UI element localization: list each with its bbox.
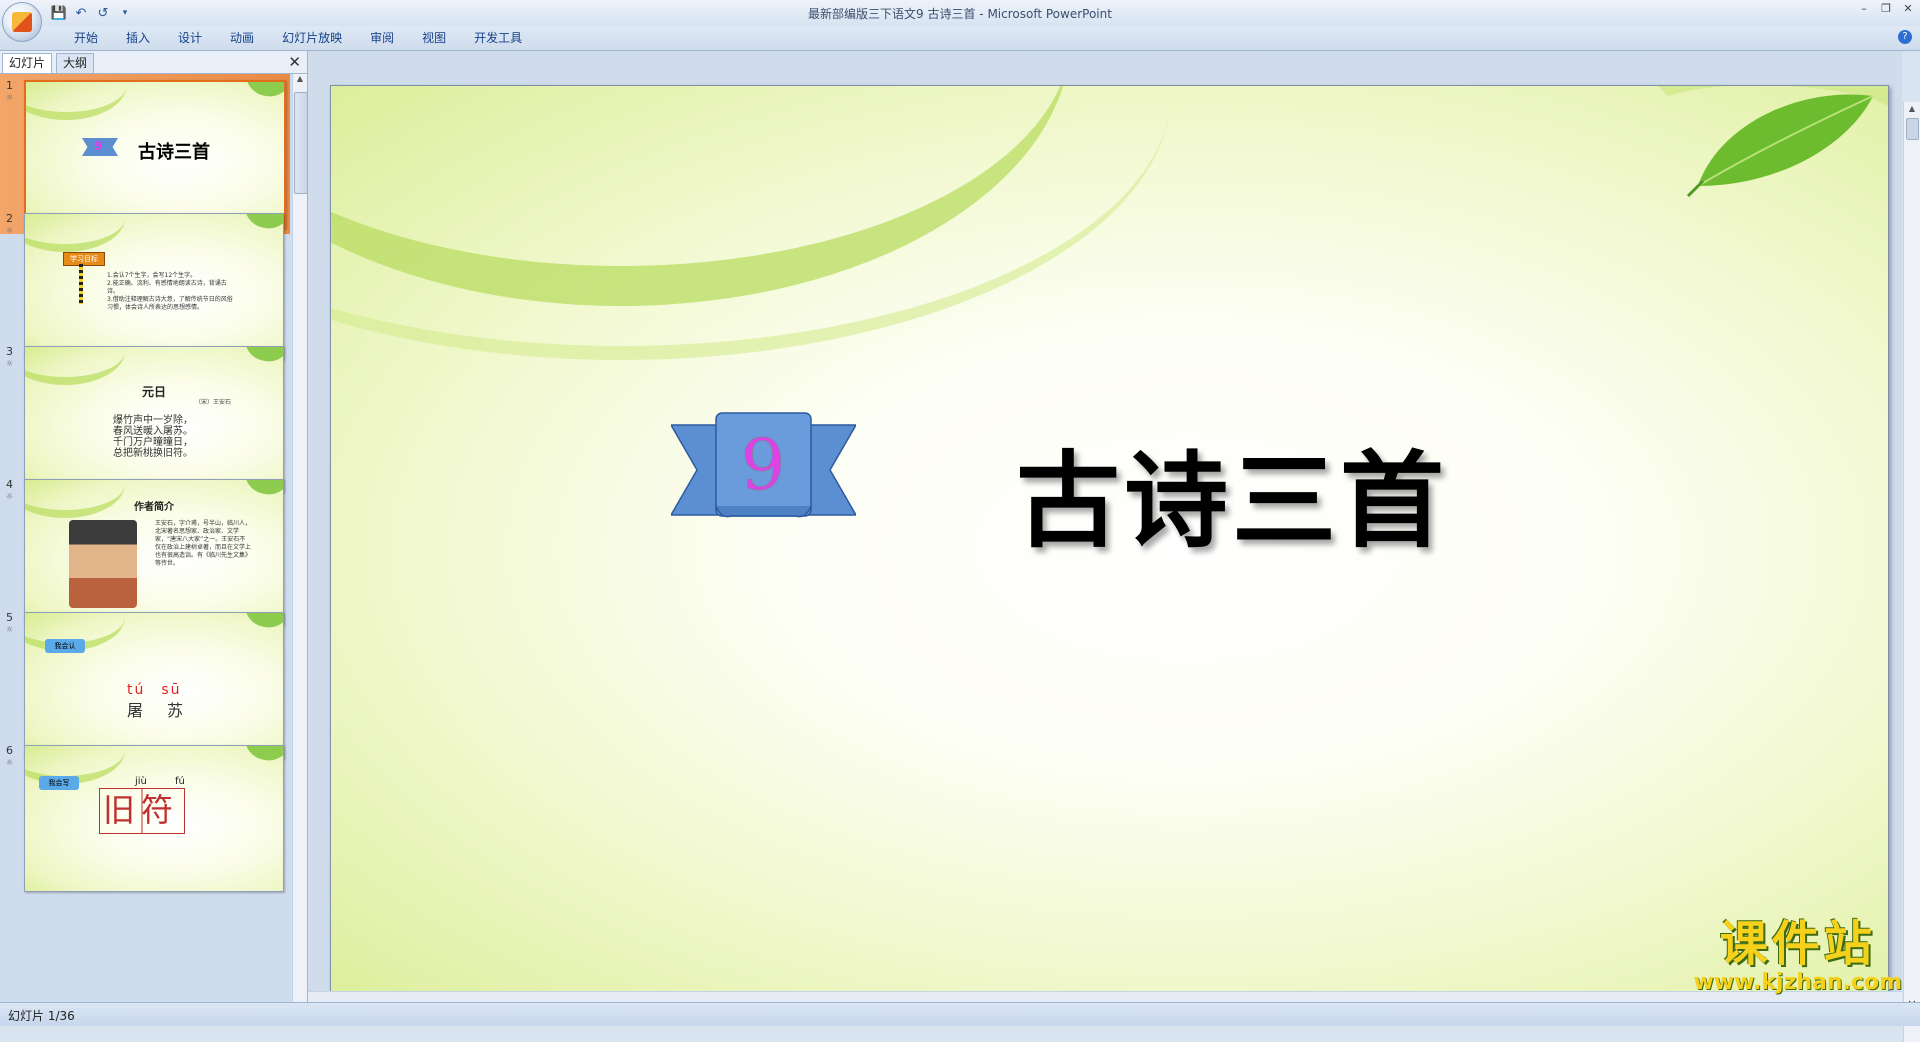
slide-author: （宋）王安石 (195, 399, 232, 406)
leaf-icon (242, 82, 284, 100)
slide-preview: 作者简介 王安石，字介甫，号半山，临川人，北宋著名思想家、政治家、文学家，“唐宋… (24, 479, 284, 626)
window-title: 最新部编版三下语文9 古诗三首 - Microsoft PowerPoint (808, 7, 1112, 21)
close-icon[interactable]: ✕ (288, 53, 301, 71)
slide-title[interactable]: 古诗三首 (1016, 416, 1448, 567)
signpost-pole (79, 264, 83, 304)
signpost-label: 学习目标 (63, 252, 105, 266)
tab-developer[interactable]: 开发工具 (460, 30, 536, 46)
leaf-icon (1658, 86, 1888, 198)
close-icon[interactable]: ✕ (1900, 2, 1916, 15)
ribbon-badge: 9 (82, 138, 118, 156)
ribbon-tabs: 开始 插入 设计 动画 幻灯片放映 审阅 视图 开发工具 (60, 30, 536, 46)
pinyin-text: tú sū (127, 682, 182, 698)
leaf-icon (241, 480, 283, 498)
slide-body: 1.会认7个生字，会写12个生字。 2.能正确、流利、有感情地朗读古诗，背诵古诗… (107, 272, 233, 311)
slide-number: 5 ☼ (6, 611, 14, 635)
watermark: 课件站 www.kjzhan.com (1693, 918, 1902, 995)
scroll-thumb[interactable] (1906, 118, 1919, 140)
editor-scrollbar[interactable]: ▲ ▴▴ ▾▾ (1903, 102, 1920, 1042)
panel-tabs: 幻灯片 大纲 ✕ (0, 51, 307, 74)
watermark-text: 课件站 (1719, 916, 1876, 972)
slide-number: 3 ☼ (6, 345, 14, 369)
slide-title: 古诗三首 (138, 142, 210, 163)
section-badge: 我会写 (39, 776, 79, 790)
slide-title: 作者简介 (134, 502, 174, 513)
slides-panel: 幻灯片 大纲 ✕ 1 ☼ 9 古诗三首 2 ☼ 学习目标 1.会认7个生字，会写1 (0, 51, 308, 1002)
slide-preview: 我会认 tú sū 屠 苏 (24, 612, 284, 759)
slide-preview: 我会写 jiù fú 旧符 (24, 745, 284, 892)
slide-title: 元日 (141, 385, 166, 399)
tab-view[interactable]: 视图 (408, 30, 460, 46)
leaf-icon (241, 347, 283, 365)
pinyin-text: fú (175, 776, 185, 787)
slide-preview: 元日 （宋）王安石 爆竹声中一岁除， 春风送暖入屠苏。 千门万户曈曈日， 总把新… (24, 346, 284, 493)
title-bar: 💾 ↶ ↺ ▾ 最新部编版三下语文9 古诗三首 - Microsoft Powe… (0, 0, 1920, 42)
tab-outline[interactable]: 大纲 (56, 53, 95, 73)
slide-body: 王安石，字介甫，号半山，临川人，北宋著名思想家、政治家、文学家，“唐宋八大家”之… (155, 520, 252, 567)
window-controls: – ❐ ✕ (1856, 2, 1916, 15)
scroll-up-icon[interactable]: ▲ (1904, 104, 1920, 113)
leaf-icon (241, 613, 283, 631)
decor-curve (26, 82, 126, 120)
help-icon[interactable]: ? (1898, 30, 1912, 44)
slide-editor: 9 古诗三首 ▲ ▴▴ ▾▾ (308, 51, 1920, 1042)
minimize-icon[interactable]: – (1856, 2, 1872, 15)
slide-number: 6 ☼ (6, 744, 14, 768)
main-slide[interactable]: 9 古诗三首 (330, 85, 1889, 1013)
poem-text: 爆竹声中一岁除， 春风送暖入屠苏。 千门万户曈曈日， 总把新桃换旧符。 (113, 415, 193, 459)
transition-icon: ☼ (6, 492, 14, 501)
leaf-icon (241, 746, 283, 764)
tab-home[interactable]: 开始 (60, 30, 112, 46)
restore-icon[interactable]: ❐ (1878, 2, 1894, 15)
transition-icon: ☼ (6, 359, 14, 368)
tab-design[interactable]: 设计 (164, 30, 216, 46)
office-logo-icon (12, 12, 32, 32)
tab-insert[interactable]: 插入 (112, 30, 164, 46)
pinyin-text: jiù (135, 776, 147, 787)
slide-thumbnail-6[interactable]: 6 ☼ 我会写 jiù fú 旧符 (0, 739, 290, 899)
thumbnail-scrollbar[interactable]: ▲ (292, 74, 308, 1002)
slide-number: 1 ☼ (6, 79, 14, 103)
status-bar: 幻灯片 1/36 (0, 1002, 1920, 1026)
character-text: 屠 苏 (127, 701, 188, 720)
transition-icon: ☼ (6, 226, 14, 235)
decor-curve (25, 214, 125, 252)
character-text: 旧符 (103, 791, 180, 829)
tab-review[interactable]: 审阅 (356, 30, 408, 46)
slide-thumbnails: 1 ☼ 9 古诗三首 2 ☼ 学习目标 1.会认7个生字，会写12个生字。 2.能正… (0, 74, 290, 1002)
scroll-thumb[interactable] (294, 92, 308, 194)
leaf-icon (241, 214, 283, 232)
transition-icon: ☼ (6, 758, 14, 767)
slide-counter: 幻灯片 1/36 (8, 1009, 75, 1023)
ribbon: 开始 插入 设计 动画 幻灯片放映 审阅 视图 开发工具 ? (0, 26, 1920, 51)
section-badge: 我会认 (45, 639, 85, 653)
badge-number: 9 (741, 424, 786, 506)
slide-number: 4 ☼ (6, 478, 14, 502)
tab-animation[interactable]: 动画 (216, 30, 268, 46)
scroll-up-icon[interactable]: ▲ (293, 74, 307, 88)
decor-curve (25, 347, 125, 385)
office-button[interactable] (2, 2, 42, 42)
watermark-url: www.kjzhan.com (1693, 970, 1902, 995)
tab-slideshow[interactable]: 幻灯片放映 (268, 30, 356, 46)
tab-slides[interactable]: 幻灯片 (2, 53, 53, 73)
slide-number: 2 ☼ (6, 212, 14, 236)
author-portrait (69, 520, 137, 608)
transition-icon: ☼ (6, 625, 14, 634)
slide-preview: 学习目标 1.会认7个生字，会写12个生字。 2.能正确、流利、有感情地朗读古诗… (24, 213, 284, 360)
transition-icon: ☼ (6, 93, 14, 102)
number-ribbon-badge: 9 (671, 412, 856, 518)
